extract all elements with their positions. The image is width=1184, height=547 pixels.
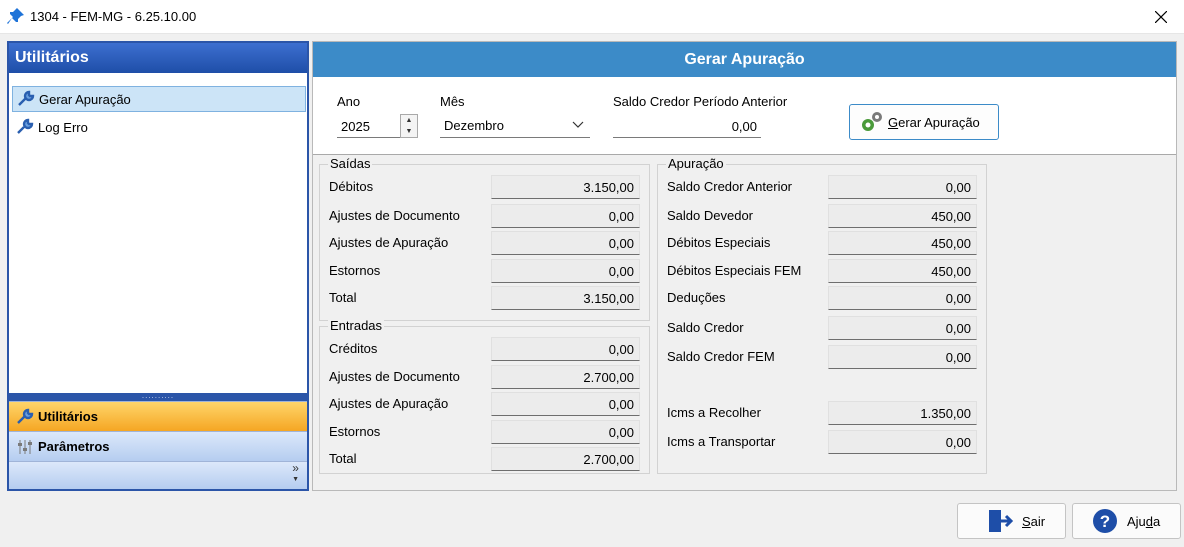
pushpin-icon — [7, 8, 24, 24]
title-bar: 1304 - FEM-MG - 6.25.10.00 — [0, 0, 1184, 34]
gears-icon — [862, 112, 882, 131]
wrench-icon — [18, 90, 35, 106]
entradas-estornos-value: 0,00 — [491, 420, 640, 444]
row-label: Créditos — [329, 341, 378, 356]
saldo-anterior-label: Saldo Credor Período Anterior — [613, 94, 788, 109]
mes-label: Mês — [440, 94, 465, 109]
entradas-ajustes-apuracao-value: 0,00 — [491, 392, 640, 416]
apuracao-saldo-devedor-value: 450,00 — [828, 204, 977, 228]
mes-select[interactable]: Dezembro — [440, 114, 590, 138]
ano-label: Ano — [337, 94, 361, 109]
close-icon — [1155, 11, 1167, 23]
sliders-icon — [18, 439, 32, 454]
nav-footer: » ▼ — [9, 461, 307, 489]
row-label: Saldo Devedor — [667, 208, 753, 223]
entradas-group: Entradas Créditos 0,00 Ajustes de Docume… — [319, 318, 650, 474]
ano-input[interactable]: 2025 — [337, 114, 403, 138]
row-label: Ajustes de Documento — [329, 369, 460, 384]
gerar-apuracao-label: Gerar Apuração — [888, 114, 980, 130]
row-label: Ajustes de Apuração — [329, 235, 449, 250]
saidas-total-value: 3.150,00 — [491, 286, 640, 310]
sair-label: Sair — [1022, 513, 1046, 529]
row-label: Ajustes de Apuração — [329, 396, 449, 411]
ajuda-label: Ajuda — [1127, 513, 1161, 529]
row-label: Total — [329, 290, 357, 305]
row-label: Estornos — [329, 424, 381, 439]
saidas-ajustes-apuracao-value: 0,00 — [491, 231, 640, 255]
ano-spinner[interactable]: ▲ ▼ — [400, 114, 418, 138]
apuracao-deducoes-value: 0,00 — [828, 286, 977, 310]
close-button[interactable] — [1138, 0, 1184, 34]
panel-title: Gerar Apuração — [313, 42, 1176, 77]
apuracao-saldo-credor-anterior-value: 0,00 — [828, 175, 977, 199]
client-area: Utilitários Gerar Apuração Log Erro ....… — [0, 34, 1184, 547]
saidas-title: Saídas — [328, 156, 373, 171]
row-label: Total — [329, 451, 357, 466]
entradas-title: Entradas — [328, 318, 385, 333]
row-label: Icms a Recolher — [667, 405, 761, 420]
sair-button[interactable]: Sair — [957, 503, 1066, 539]
nav-item-label: Gerar Apuração — [39, 91, 131, 107]
saidas-group: Saídas Débitos 3.150,00 Ajustes de Docum… — [319, 156, 650, 321]
nav-button-parametros[interactable]: Parâmetros — [9, 431, 307, 461]
gerar-apuracao-button[interactable]: Gerar Apuração — [849, 104, 999, 140]
row-label: Estornos — [329, 263, 381, 278]
entradas-total-value: 2.700,00 — [491, 447, 640, 471]
double-chevron-icon: » — [292, 461, 299, 475]
row-label: Débitos Especiais — [667, 235, 771, 250]
spin-up-icon: ▲ — [405, 117, 413, 124]
filter-bar: Ano 2025 ▲ ▼ Mês Dezembro Saldo Credor P… — [313, 77, 1176, 155]
entradas-ajustes-documento-value: 2.700,00 — [491, 365, 640, 389]
entradas-creditos-value: 0,00 — [491, 337, 640, 361]
navigation-pane: Utilitários Gerar Apuração Log Erro ....… — [7, 41, 309, 491]
saidas-estornos-value: 0,00 — [491, 259, 640, 283]
exit-icon — [989, 510, 1014, 532]
apuracao-group: Apuração Saldo Credor Anterior 0,00 Sald… — [657, 156, 987, 474]
main-panel: Gerar Apuração Ano 2025 ▲ ▼ Mês Dezembro… — [312, 41, 1177, 491]
row-label: Saldo Credor FEM — [667, 349, 775, 364]
svg-text:?: ? — [1100, 512, 1110, 531]
apuracao-icms-transportar-value: 0,00 — [828, 430, 977, 454]
row-label: Débitos Especiais FEM — [667, 263, 802, 278]
row-label: Icms a Transportar — [667, 434, 776, 449]
chevron-down-icon — [572, 121, 584, 128]
help-icon: ? — [1093, 509, 1117, 533]
apuracao-saldo-credor-value: 0,00 — [828, 316, 977, 340]
window-title: 1304 - FEM-MG - 6.25.10.00 — [30, 9, 197, 24]
apuracao-icms-recolher-value: 1.350,00 — [828, 401, 977, 425]
saldo-anterior-input[interactable]: 0,00 — [613, 114, 761, 138]
nav-item-log-erro[interactable]: Log Erro — [12, 114, 306, 140]
nav-list: Gerar Apuração Log Erro — [9, 73, 307, 393]
nav-header: Utilitários — [9, 43, 307, 73]
apuracao-debitos-especiais-fem-value: 450,00 — [828, 259, 977, 283]
nav-item-gerar-apuracao[interactable]: Gerar Apuração — [12, 86, 306, 112]
apuracao-debitos-especiais-value: 450,00 — [828, 231, 977, 255]
nav-button-utilitarios[interactable]: Utilitários — [9, 401, 307, 431]
overflow-button[interactable]: » ▼ — [292, 461, 299, 484]
wrench-icon — [17, 118, 34, 134]
row-label: Ajustes de Documento — [329, 208, 460, 223]
apuracao-title: Apuração — [666, 156, 726, 171]
row-label: Saldo Credor Anterior — [667, 179, 793, 194]
saidas-debitos-value: 3.150,00 — [491, 175, 640, 199]
nav-button-label: Utilitários — [38, 409, 98, 424]
apuracao-saldo-credor-fem-value: 0,00 — [828, 345, 977, 369]
dropdown-arrow-icon: ▼ — [292, 476, 299, 483]
mes-value: Dezembro — [444, 118, 504, 133]
saidas-ajustes-documento-value: 0,00 — [491, 204, 640, 228]
nav-item-label: Log Erro — [38, 119, 88, 135]
nav-splitter[interactable]: .......... — [9, 392, 307, 401]
nav-button-label: Parâmetros — [38, 439, 110, 454]
row-label: Deduções — [667, 290, 726, 305]
row-label: Débitos — [329, 179, 374, 194]
spin-down-icon: ▼ — [405, 128, 413, 135]
row-label: Saldo Credor — [667, 320, 744, 335]
ajuda-button[interactable]: ? Ajuda — [1072, 503, 1181, 539]
wrench-icon — [17, 408, 34, 424]
